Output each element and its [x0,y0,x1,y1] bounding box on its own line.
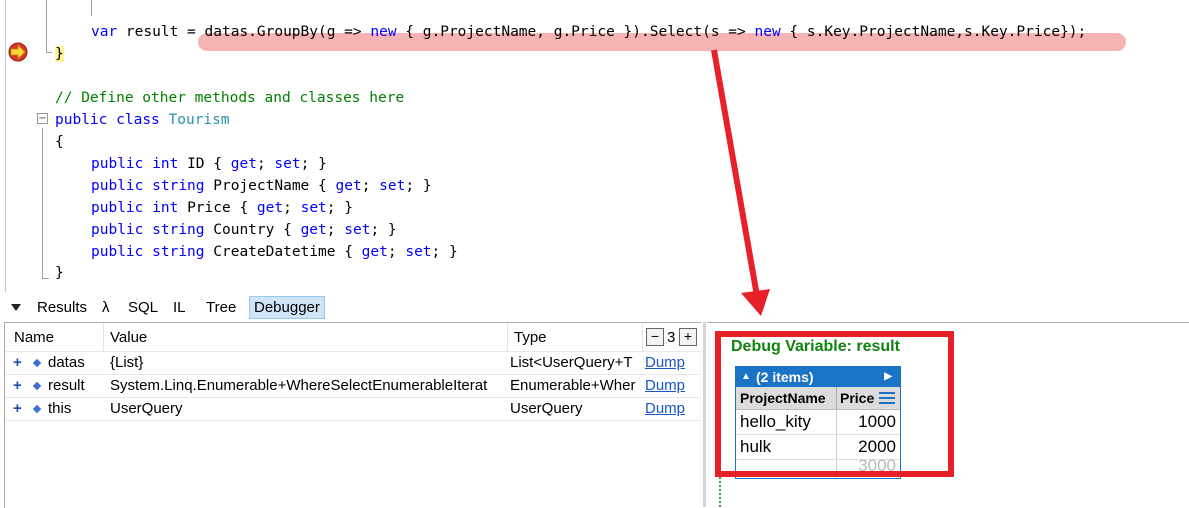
variable-type: Enumerable+Wher [510,377,636,394]
keyword: var [91,24,118,40]
keyword: get [256,200,284,216]
code-comment: // Define other methods and classes here [55,90,405,106]
tab-lambda[interactable]: λ [102,297,110,318]
fold-guide [91,0,92,16]
variable-name: datas [48,354,85,371]
code-line-close-brace: } [55,43,64,65]
keyword: int [152,156,179,172]
table-row[interactable]: + datas {List} List<UserQuery+T Dump [5,351,701,375]
keyword: public [91,178,144,194]
keyword: set [379,178,406,194]
property-name: CreateDatetime [213,244,336,260]
keyword: string [152,178,205,194]
variable-name: result [48,377,85,394]
column-separator [103,323,104,351]
matched-brace: } [55,46,64,62]
depth-increase-button[interactable]: + [679,328,697,346]
column-header-value[interactable]: Value [110,329,147,346]
type-name: Tourism [168,112,230,128]
annotation-red-box [715,331,954,477]
variable-value: UserQuery [110,400,183,417]
variable-type: List<UserQuery+T [510,354,633,371]
code-line-open-brace: { [55,134,64,150]
variable-value: System.Linq.Enumerable+WhereSelectEnumer… [110,377,488,394]
code-line-property: public string ProjectName { get; set; } [91,178,432,194]
row-separator [5,420,701,421]
keyword: public [91,156,144,172]
tab-results[interactable]: Results [37,297,87,318]
expand-toggle[interactable]: + [13,377,22,394]
variable-icon [32,358,42,368]
expand-toggle[interactable]: + [13,400,22,417]
keyword: string [152,244,205,260]
property-name: ProjectName [213,178,310,194]
keyword: set [344,222,371,238]
variable-value: {List} [110,354,144,371]
code-editor[interactable]: var result = datas.GroupBy(g => new { g.… [0,0,1189,292]
keyword: get [300,222,327,238]
tab-debugger[interactable]: Debugger [249,296,325,319]
fold-guide [42,278,49,279]
column-header-type[interactable]: Type [514,329,547,346]
code-line-end-brace: } [55,265,64,281]
results-tab-bar: Results λ SQL IL Tree Debugger [0,292,1189,322]
code-text: { s.Key.ProjectName,s.Key.Price}); [780,24,1087,40]
tab-sql[interactable]: SQL [128,297,158,318]
tab-il[interactable]: IL [173,297,186,318]
code-line-property: public int Price { get; set; } [91,200,353,216]
keyword: new [370,24,397,40]
dump-link[interactable]: Dump [645,400,685,417]
collapse-toggle[interactable]: − [37,113,48,124]
fold-guide [42,128,43,278]
code-text: { g.ProjectName, g.Price }).Select(s => [396,24,755,40]
code-line-property: public string CreateDatetime { get; set;… [91,244,458,260]
property-name: ID [187,156,205,172]
keyword: string [152,222,205,238]
code-line-var: var result = datas.GroupBy(g => new { g.… [91,21,1086,43]
variable-icon [32,404,42,414]
keyword: set [274,156,301,172]
dump-link[interactable]: Dump [645,354,685,371]
triangle-down-icon[interactable] [10,298,22,319]
variable-type: UserQuery [510,400,583,417]
keyword: get [335,178,362,194]
code-line-property: public string Country { get; set; } [91,222,397,238]
column-separator [507,323,508,351]
expand-toggle[interactable]: + [13,354,22,371]
keyword: get [361,244,388,260]
depth-decrease-button[interactable]: − [646,328,664,346]
current-statement-arrow-icon[interactable] [7,42,29,62]
dump-link[interactable]: Dump [645,377,685,394]
column-separator [642,323,643,351]
keyword: set [405,244,432,260]
tab-tree[interactable]: Tree [206,297,236,318]
keyword: get [230,156,257,172]
editor-left-border [5,0,6,292]
keyword: class [116,112,160,128]
keyword: public [91,222,144,238]
keyword: public [91,200,144,216]
keyword: int [152,200,179,216]
pane-splitter[interactable] [703,322,706,507]
code-line-class: public class Tourism [55,109,230,131]
code-text: result = datas.GroupBy(g => [117,24,371,40]
column-header-name[interactable]: Name [14,329,54,346]
keyword: public [91,244,144,260]
variable-icon [32,381,42,391]
table-row[interactable]: + result System.Linq.Enumerable+WhereSelec… [5,374,701,398]
keyword: set [300,200,327,216]
code-line-property: public int ID { get; set; } [91,156,327,172]
keyword: public [55,112,108,128]
keyword: new [754,24,781,40]
property-name: Price [187,200,231,216]
depth-value: 3 [667,329,676,346]
fold-guide [46,52,52,53]
property-name: Country [213,222,275,238]
variable-name: this [48,400,72,417]
debugger-variable-grid[interactable]: Name Value Type − 3 + + datas {List} List<U… [4,322,701,508]
table-row[interactable]: + this UserQuery UserQuery Dump [5,397,701,421]
fold-guide [46,0,47,52]
